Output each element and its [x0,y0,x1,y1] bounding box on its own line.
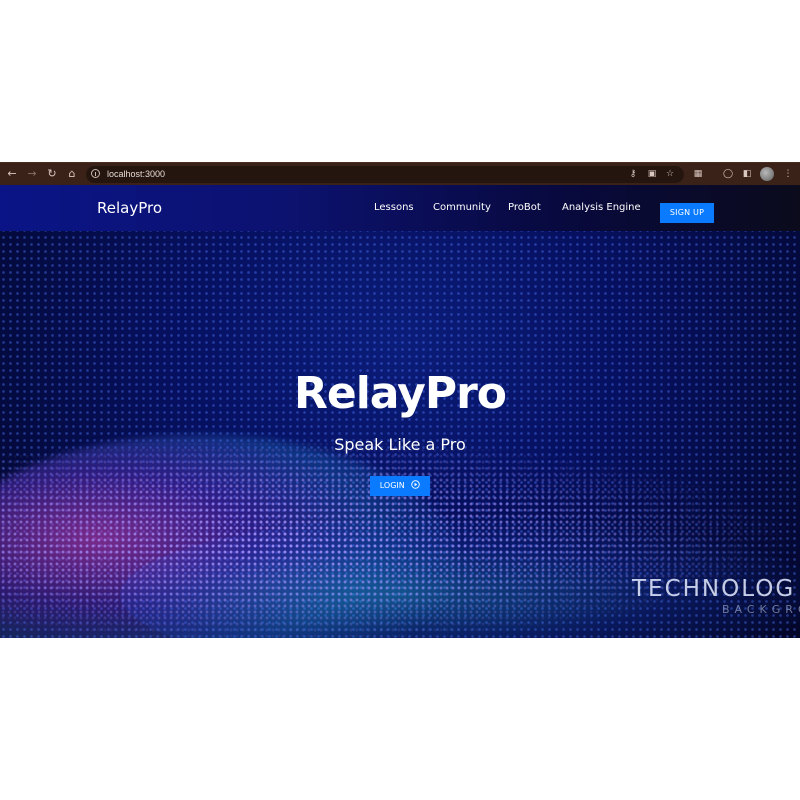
browser-window: ← → ↻ ⌂ localhost:3000 ⚷ ▣ ☆ ▦ ◯ ◧ ⋮ Rel… [0,162,800,638]
cast-icon[interactable]: ▣ [646,168,658,181]
navbar-brand[interactable]: RelayPro [97,197,162,219]
avatar[interactable] [760,167,774,181]
arrow-right-icon[interactable]: → [24,166,40,182]
sync-icon[interactable]: ◯ [721,167,735,181]
key-icon[interactable]: ⚷ [627,168,639,181]
login-button[interactable]: LOGIN [370,476,430,496]
nav-link-analysis-engine[interactable]: Analysis Engine [562,201,641,215]
nav-link-community[interactable]: Community [433,201,491,215]
hero-subtitle: Speak Like a Pro [334,435,466,454]
home-icon[interactable]: ⌂ [64,166,80,182]
watermark-text: TECHNOLOG [632,576,796,602]
star-icon[interactable]: ☆ [664,168,676,181]
browser-toolbar: ← → ↻ ⌂ localhost:3000 ⚷ ▣ ☆ ▦ ◯ ◧ ⋮ [0,162,800,185]
login-button-label: LOGIN [379,481,405,490]
kebab-menu-icon[interactable]: ⋮ [781,167,795,181]
signup-button[interactable]: SIGN UP [660,203,714,223]
url-text[interactable]: localhost:3000 [107,168,165,181]
watermark-subtext: BACKGRO [722,603,800,616]
sidebar-icon[interactable]: ◧ [740,167,754,181]
background-wave-dots [0,435,800,638]
nav-link-lessons[interactable]: Lessons [374,201,414,215]
info-icon[interactable] [91,169,100,178]
puzzle-icon[interactable]: ▦ [691,167,705,181]
hero-title: RelayPro [294,368,507,419]
site-navbar: RelayPro Lessons Community ProBot Analys… [0,185,800,231]
web-page: RelayPro Lessons Community ProBot Analys… [0,185,800,638]
address-bar[interactable]: localhost:3000 ⚷ ▣ ☆ [86,166,684,183]
play-circle-icon [411,480,421,489]
nav-link-probot[interactable]: ProBot [508,201,541,215]
arrow-left-icon[interactable]: ← [4,166,20,182]
reload-icon[interactable]: ↻ [44,166,60,182]
